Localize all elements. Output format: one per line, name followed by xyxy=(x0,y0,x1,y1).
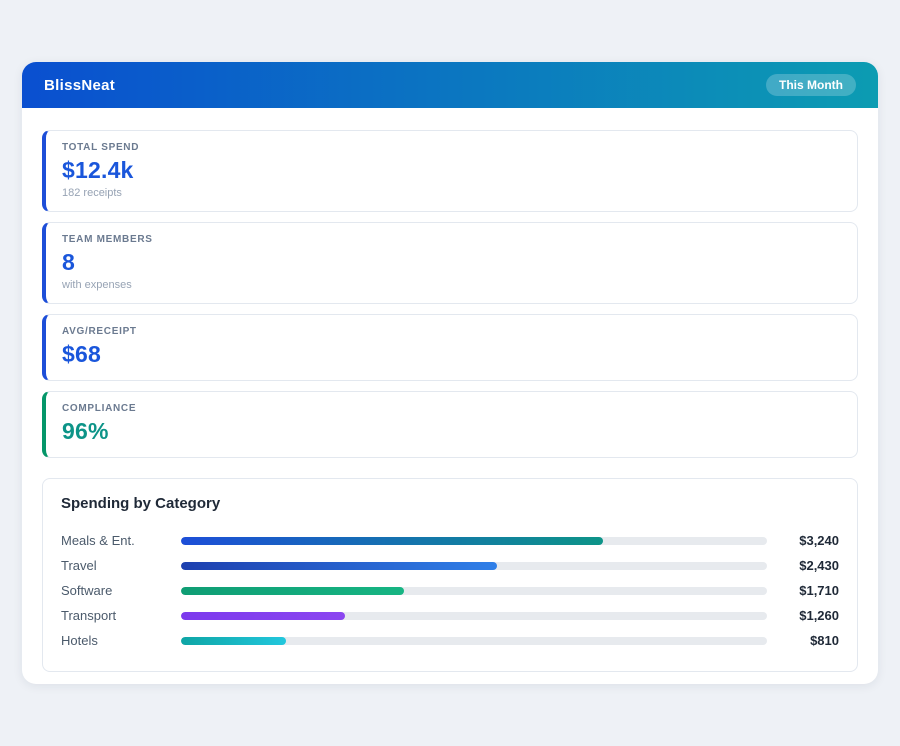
category-bar-track xyxy=(181,637,767,645)
app-header: BlissNeat This Month xyxy=(22,62,878,108)
dashboard-body: TOTAL SPEND $12.4k 182 receipts TEAM MEM… xyxy=(22,108,878,684)
month-badge[interactable]: This Month xyxy=(766,74,856,96)
app-title: BlissNeat xyxy=(44,77,115,94)
category-row-hotels: Hotels $810 xyxy=(61,628,839,653)
category-bar-fill xyxy=(181,637,286,645)
spending-title: Spending by Category xyxy=(61,495,839,512)
stat-subtext: 182 receipts xyxy=(62,187,841,199)
category-bar-track xyxy=(181,587,767,595)
category-label: Travel xyxy=(61,558,181,573)
stat-label: TOTAL SPEND xyxy=(62,142,841,153)
category-bar-track xyxy=(181,612,767,620)
category-bar-fill xyxy=(181,562,497,570)
category-bar-fill xyxy=(181,537,603,545)
stat-value: $68 xyxy=(62,341,841,368)
stat-card-team-members: TEAM MEMBERS 8 with expenses xyxy=(42,222,858,304)
category-label: Hotels xyxy=(61,633,181,648)
stat-subtext: with expenses xyxy=(62,279,841,291)
stat-value: 8 xyxy=(62,249,841,276)
category-value: $2,430 xyxy=(767,558,839,573)
category-bar-track xyxy=(181,537,767,545)
stat-value: 96% xyxy=(62,418,841,445)
category-label: Transport xyxy=(61,608,181,623)
dashboard-card: BlissNeat This Month TOTAL SPEND $12.4k … xyxy=(22,62,878,684)
stat-card-avg-receipt: AVG/RECEIPT $68 xyxy=(42,314,858,381)
category-bar-fill xyxy=(181,612,345,620)
category-label: Software xyxy=(61,583,181,598)
spending-by-category-card: Spending by Category Meals & Ent. $3,240… xyxy=(42,478,858,672)
category-row-transport: Transport $1,260 xyxy=(61,603,839,628)
stat-label: COMPLIANCE xyxy=(62,403,841,414)
stat-card-compliance: COMPLIANCE 96% xyxy=(42,391,858,458)
category-bar-fill xyxy=(181,587,404,595)
stat-label: AVG/RECEIPT xyxy=(62,326,841,337)
category-value: $1,710 xyxy=(767,583,839,598)
category-value: $810 xyxy=(767,633,839,648)
category-label: Meals & Ent. xyxy=(61,533,181,548)
category-value: $3,240 xyxy=(767,533,839,548)
category-row-travel: Travel $2,430 xyxy=(61,553,839,578)
category-row-software: Software $1,710 xyxy=(61,578,839,603)
category-bar-track xyxy=(181,562,767,570)
stat-value: $12.4k xyxy=(62,157,841,184)
stat-label: TEAM MEMBERS xyxy=(62,234,841,245)
stat-card-total-spend: TOTAL SPEND $12.4k 182 receipts xyxy=(42,130,858,212)
category-row-meals: Meals & Ent. $3,240 xyxy=(61,528,839,553)
category-value: $1,260 xyxy=(767,608,839,623)
